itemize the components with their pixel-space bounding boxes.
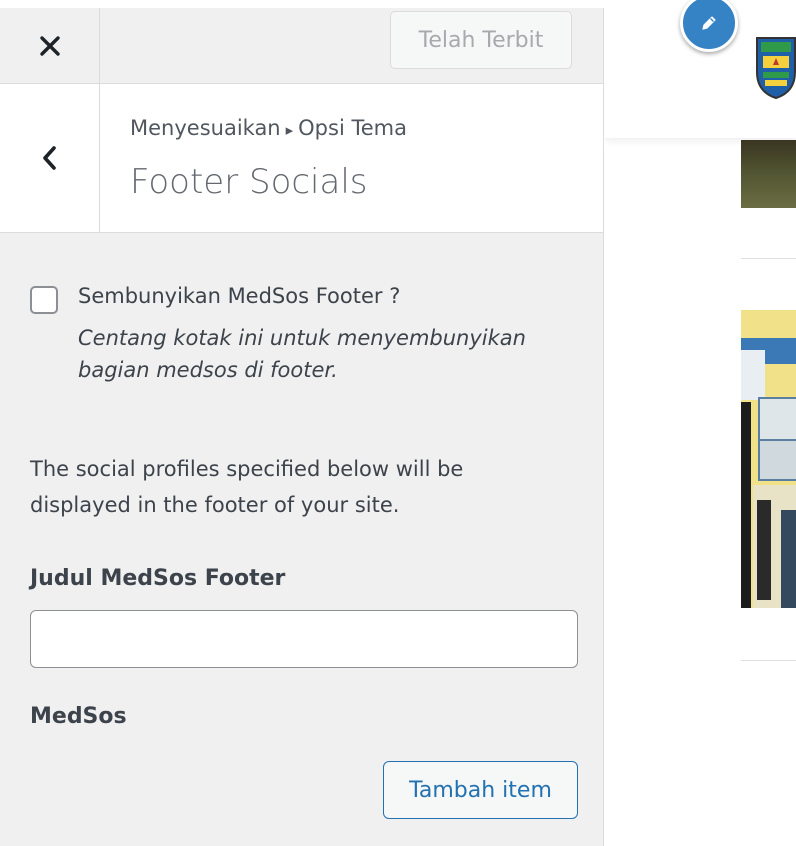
crest-logo [756, 37, 796, 100]
preview-image-bottom [741, 310, 796, 608]
edit-shortcut-button[interactable] [680, 0, 738, 52]
site-preview[interactable] [605, 0, 796, 846]
back-button[interactable] [0, 84, 100, 232]
customizer-sidebar: Telah Terbit Menyesuaikan ▸ Opsi Tema Foot… [0, 8, 604, 846]
breadcrumb-current: Opsi Tema [298, 116, 407, 140]
publish-button[interactable]: Telah Terbit [390, 11, 572, 69]
footer-title-input[interactable] [30, 610, 578, 668]
breadcrumb-separator: ▸ [285, 121, 294, 139]
preview-header [605, 0, 796, 138]
hide-footer-description: Centang kotak ini untuk menyembunyikan b… [78, 326, 526, 382]
close-icon [39, 35, 60, 56]
chevron-left-icon [42, 146, 56, 170]
hide-footer-checkbox[interactable] [30, 286, 58, 314]
section-header: Menyesuaikan ▸ Opsi Tema Footer Socials [0, 84, 603, 233]
hide-footer-label[interactable]: Sembunyikan MedSos Footer ? [78, 284, 400, 308]
preview-image-top [741, 140, 796, 208]
medsos-label: MedSos [30, 704, 127, 729]
breadcrumb-parent: Menyesuaikan [130, 116, 281, 140]
preview-divider [741, 660, 796, 661]
preview-divider [741, 258, 796, 259]
pencil-icon [702, 16, 716, 30]
close-button[interactable] [0, 8, 100, 83]
footer-title-label: Judul MedSos Footer [30, 566, 286, 591]
section-title: Footer Socials [130, 162, 368, 202]
add-item-button[interactable]: Tambah item [383, 761, 578, 819]
customizer-topbar: Telah Terbit [0, 8, 603, 84]
social-profiles-description: The social profiles specified below will… [30, 457, 464, 517]
breadcrumb: Menyesuaikan ▸ Opsi Tema [130, 116, 407, 140]
